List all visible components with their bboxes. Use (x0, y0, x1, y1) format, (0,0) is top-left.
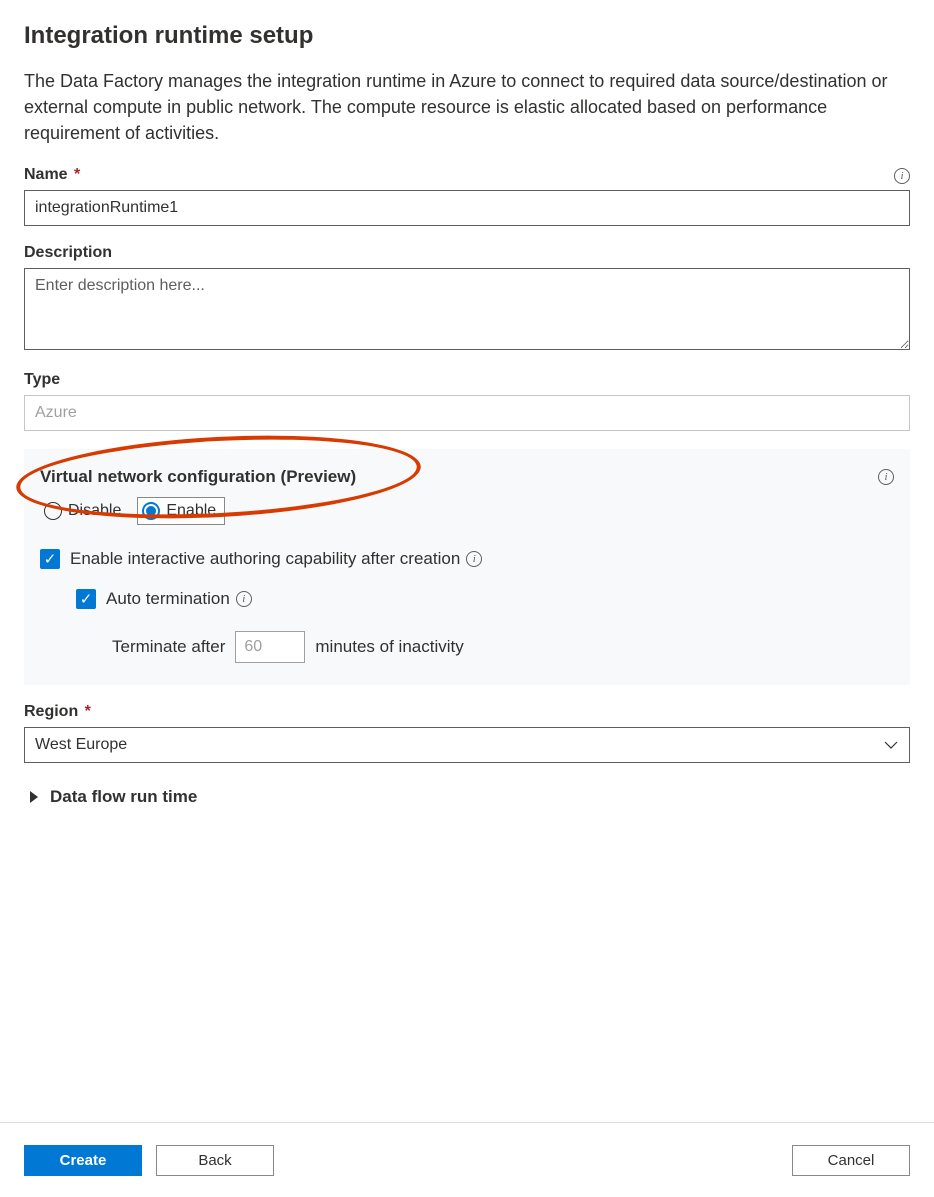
checkmark-icon: ✓ (44, 552, 57, 567)
terminate-before-label: Terminate after (112, 637, 225, 657)
type-field-group: Type Azure (24, 371, 910, 431)
vnet-disable-label: Disable (68, 502, 121, 520)
name-field-group: Name * i (24, 166, 910, 226)
region-select[interactable]: West Europe (24, 727, 910, 763)
intro-text: The Data Factory manages the integration… (24, 68, 910, 146)
cancel-button[interactable]: Cancel (792, 1145, 910, 1176)
dataflow-runtime-expander[interactable]: Data flow run time (24, 781, 910, 813)
radio-unchecked-icon (44, 502, 62, 520)
terminate-after-label: minutes of inactivity (315, 637, 463, 657)
description-field-group: Description (24, 244, 910, 353)
auto-termination-label: Auto termination (106, 589, 230, 609)
footer-bar: Create Back Cancel (0, 1122, 934, 1197)
checkmark-icon: ✓ (80, 592, 93, 607)
interactive-authoring-row: ✓ Enable interactive authoring capabilit… (40, 549, 894, 569)
dataflow-runtime-label: Data flow run time (50, 787, 197, 807)
create-button[interactable]: Create (24, 1145, 142, 1176)
info-icon[interactable]: i (236, 591, 252, 607)
required-star-icon: * (74, 166, 80, 183)
page-title: Integration runtime setup (24, 22, 910, 50)
region-select-wrap: West Europe (24, 727, 910, 763)
vnet-heading: Virtual network configuration (Preview) (40, 467, 894, 487)
info-icon[interactable]: i (466, 551, 482, 567)
auto-termination-checkbox[interactable]: ✓ (76, 589, 96, 609)
type-label: Type (24, 371, 910, 389)
region-label: Region * (24, 703, 910, 721)
region-label-text: Region (24, 703, 78, 720)
interactive-authoring-label: Enable interactive authoring capability … (70, 549, 460, 569)
region-field-group: Region * West Europe (24, 703, 910, 763)
triangle-right-icon (30, 791, 38, 803)
vnet-panel: Virtual network configuration (Preview) … (24, 449, 910, 685)
vnet-enable-radio[interactable]: Enable (137, 497, 225, 525)
back-button[interactable]: Back (156, 1145, 274, 1176)
required-star-icon: * (85, 703, 91, 720)
terminate-minutes-input[interactable] (235, 631, 305, 663)
description-textarea[interactable] (24, 268, 910, 350)
auto-termination-row: ✓ Auto termination i (76, 589, 894, 609)
radio-checked-icon (142, 502, 160, 520)
type-readonly: Azure (24, 395, 910, 431)
name-label-text: Name (24, 166, 68, 183)
vnet-enable-label: Enable (166, 502, 216, 520)
name-input[interactable] (24, 190, 910, 226)
vnet-disable-radio[interactable]: Disable (40, 497, 129, 525)
footer-left-group: Create Back (24, 1145, 274, 1176)
name-label: Name * (24, 166, 910, 184)
interactive-authoring-checkbox[interactable]: ✓ (40, 549, 60, 569)
vnet-radio-group: Disable Enable (40, 497, 894, 525)
description-label: Description (24, 244, 910, 262)
terminate-after-row: Terminate after minutes of inactivity (112, 631, 894, 663)
